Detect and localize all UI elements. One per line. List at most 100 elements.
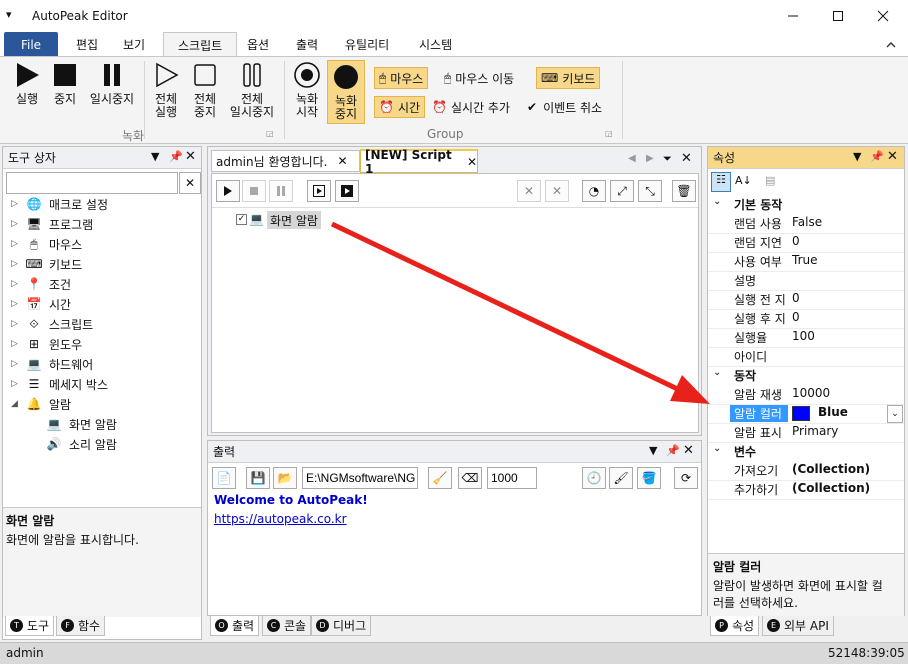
pin-icon[interactable]: 📌 [870,150,884,163]
tab-file[interactable]: File [4,32,58,57]
expand-arrow-icon[interactable]: ▷ [11,319,25,329]
tab-output-panel[interactable]: O 출력 [210,616,260,636]
chevron-down-icon[interactable]: ⌄ [887,405,903,423]
prop-row[interactable]: 랜덤 사용 False [708,215,904,234]
output-link[interactable]: https://autopeak.co.kr [214,512,347,526]
tree-item-script[interactable]: ▷ ⟐ 스크립트 [11,314,93,334]
eraser-icon[interactable]: ⌫ [458,467,482,489]
sort-az-icon[interactable]: A↓ [735,174,752,187]
keyboard-button[interactable]: ⌨ 키보드 [536,67,601,89]
clean-icon[interactable]: 🧹 [428,467,452,489]
prop-category[interactable]: ⌄ 동작 [708,367,904,386]
expand-icon[interactable]: ⤢ [610,180,634,202]
expand-arrow-icon[interactable]: ▷ [11,239,25,249]
prop-category[interactable]: ⌄ 기본 동작 [708,196,904,215]
close-icon[interactable]: ✕ [683,443,694,458]
tab-edit[interactable]: 편집 [62,32,112,57]
tree-item-program[interactable]: ▷ 🖥 프로그램 [11,214,93,234]
tab-view[interactable]: 보기 [109,32,159,57]
chevron-down-icon[interactable]: ⌄ [713,196,721,207]
expand-arrow-icon[interactable]: ▷ [11,199,25,209]
tab-console[interactable]: C 콘솔 [262,616,312,636]
scroll-left-icon[interactable]: ◀ [628,153,636,164]
pin-icon[interactable]: 📌 [169,150,183,163]
folder-icon[interactable]: 📂 [273,467,297,489]
tab-list-icon[interactable]: ⏷ [663,152,672,166]
tab-utility[interactable]: 유틸리티 [331,32,403,57]
record-stop-button[interactable]: 녹화 중지 [327,60,365,124]
tree-item-window[interactable]: ▷ ⊞ 윈도우 [11,334,82,354]
mouse-button[interactable]: 🖱 마우스 [374,67,429,89]
prop-row[interactable]: 설명 [708,272,904,291]
stop-all-button[interactable]: 전체 중지 [188,61,222,119]
refresh-icon[interactable]: ⟳ [674,467,698,489]
time-button[interactable]: ⏰ 시간 [374,96,426,118]
pause-icon[interactable] [269,180,293,202]
add-realtime-button[interactable]: ⏰ 실시간 추가 [432,96,510,118]
tree-item-condition[interactable]: ▷ 📍 조건 [11,274,71,294]
tree-item-time[interactable]: ▷ 📅 시간 [11,294,71,314]
refresh-icon[interactable]: ◔ [582,180,606,202]
tab-system[interactable]: 시스템 [405,32,466,57]
prop-row[interactable]: ⌄ 알람 컬러 Blue [708,405,904,424]
tree-item-keyboard[interactable]: ▷ ⌨ 키보드 [11,254,82,274]
run-selected-icon[interactable] [335,180,359,202]
collapse-icon[interactable]: ⤡ [638,180,662,202]
stop-button[interactable]: 중지 [48,61,82,106]
close-icon[interactable]: ✕ [681,151,692,166]
tab-output[interactable]: 출력 [282,32,332,57]
item-checkbox[interactable]: ✓ [236,214,247,225]
dropdown-icon[interactable]: ▼ [151,150,159,163]
tab-script1[interactable]: [NEW] Script 1 ✕ [360,148,478,176]
delete-x-icon-2[interactable]: ✕ [545,180,569,202]
new-file-icon[interactable]: 📄 [212,467,236,489]
prop-row[interactable]: 실행 전 지 0 [708,291,904,310]
tab-options[interactable]: 옵션 [233,32,283,57]
stop-icon[interactable] [242,180,266,202]
tab-external-api[interactable]: E 외부 API [762,616,834,636]
tree-item-mouse[interactable]: ▷ 🖱 마우스 [11,234,82,254]
record-start-button[interactable]: 녹화 시작 [289,61,325,119]
expand-arrow-icon[interactable]: ▷ [11,339,25,349]
delete-x-icon[interactable]: ✕ [517,180,541,202]
chevron-down-icon[interactable]: ⌄ [713,367,721,378]
pause-all-button[interactable]: 전체 일시중지 [226,61,278,119]
save-icon[interactable]: 💾 [246,467,270,489]
scroll-right-icon[interactable]: ▶ [646,153,654,164]
collapse-ribbon-icon[interactable] [886,38,896,52]
tree-item-message-box[interactable]: ▷ ☰ 메세지 박스 [11,374,108,394]
maximize-icon[interactable] [815,0,861,32]
expand-arrow-icon[interactable]: ▷ [11,219,25,229]
pin-icon[interactable]: 📌 [666,444,680,457]
system-menu-icon[interactable]: ▾ [6,8,12,21]
close-tab-icon-2[interactable]: ✕ [467,155,477,169]
minimize-icon[interactable] [770,0,816,32]
prop-row[interactable]: 알람 표시 Primary [708,424,904,443]
property-pages-icon[interactable]: ▤ [765,174,775,187]
close-icon[interactable]: ✕ [185,149,196,164]
tab-functions[interactable]: F 함수 [56,616,106,636]
prop-row[interactable]: 알람 재생 10000 [708,386,904,405]
output-path-input[interactable] [302,467,418,489]
expand-arrow-icon[interactable]: ▷ [11,359,25,369]
trash-icon[interactable]: 🗑 [672,180,696,202]
categorized-icon[interactable]: ☷ [711,172,731,192]
dropdown-icon[interactable]: ▼ [853,150,861,163]
prop-category[interactable]: ⌄ 변수 [708,443,904,462]
prop-row[interactable]: 사용 여부 True [708,253,904,272]
prop-row[interactable]: 실행 후 지 0 [708,310,904,329]
chevron-down-icon[interactable]: ⌄ [713,443,721,454]
close-icon[interactable] [860,0,906,32]
tree-item-alarm[interactable]: ◢ 🔔 알람 [11,394,71,414]
line-count-stepper[interactable] [487,467,537,489]
tab-welcome[interactable]: admin님 환영합니다. ✕ [211,150,360,172]
expand-arrow-icon[interactable]: ▷ [11,259,25,269]
pause-button[interactable]: 일시중지 [85,61,139,106]
tree-item-sound-alarm[interactable]: 🔊 소리 알람 [45,434,117,454]
tree-item-macro-settings[interactable]: ▷ 🌐 매크로 설정 [11,194,108,214]
expand-arrow-icon[interactable]: ▷ [11,379,25,389]
cancel-event-button[interactable]: ✔ 이벤트 취소 [527,96,602,118]
prop-row[interactable]: 가져오기 (Collection) [708,462,904,481]
prop-row[interactable]: 추가하기 (Collection) [708,481,904,500]
tab-properties[interactable]: P 속성 [710,616,760,636]
